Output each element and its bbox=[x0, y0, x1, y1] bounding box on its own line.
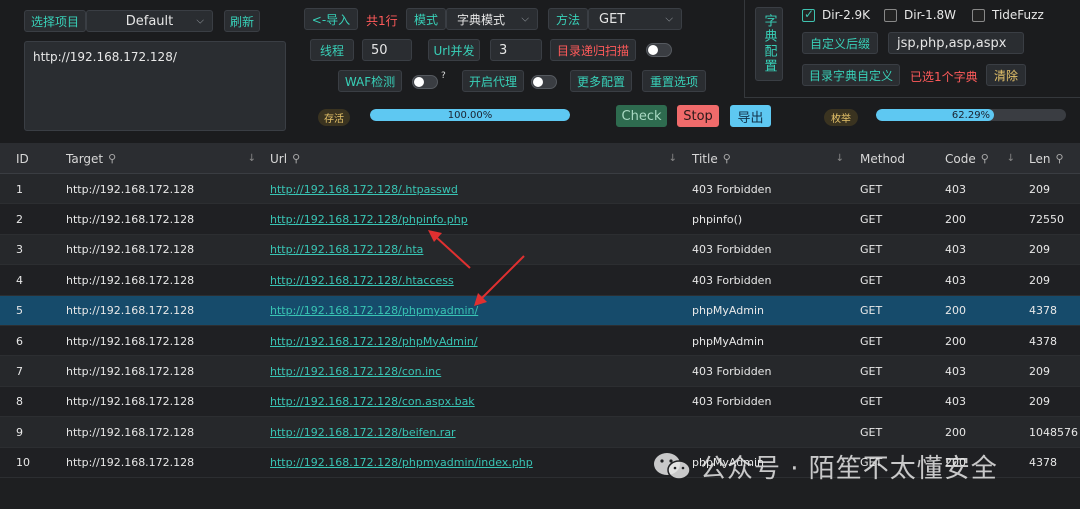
watermark-text: 公众号 · 陌笙不太懂安全 bbox=[700, 453, 998, 484]
annotation-arrow bbox=[474, 255, 525, 306]
annotation-arrow bbox=[428, 230, 471, 269]
annotation-arrows bbox=[428, 230, 525, 306]
wechat-icon bbox=[654, 453, 691, 480]
watermark: 公众号 · 陌笙不太懂安全 bbox=[652, 448, 998, 484]
